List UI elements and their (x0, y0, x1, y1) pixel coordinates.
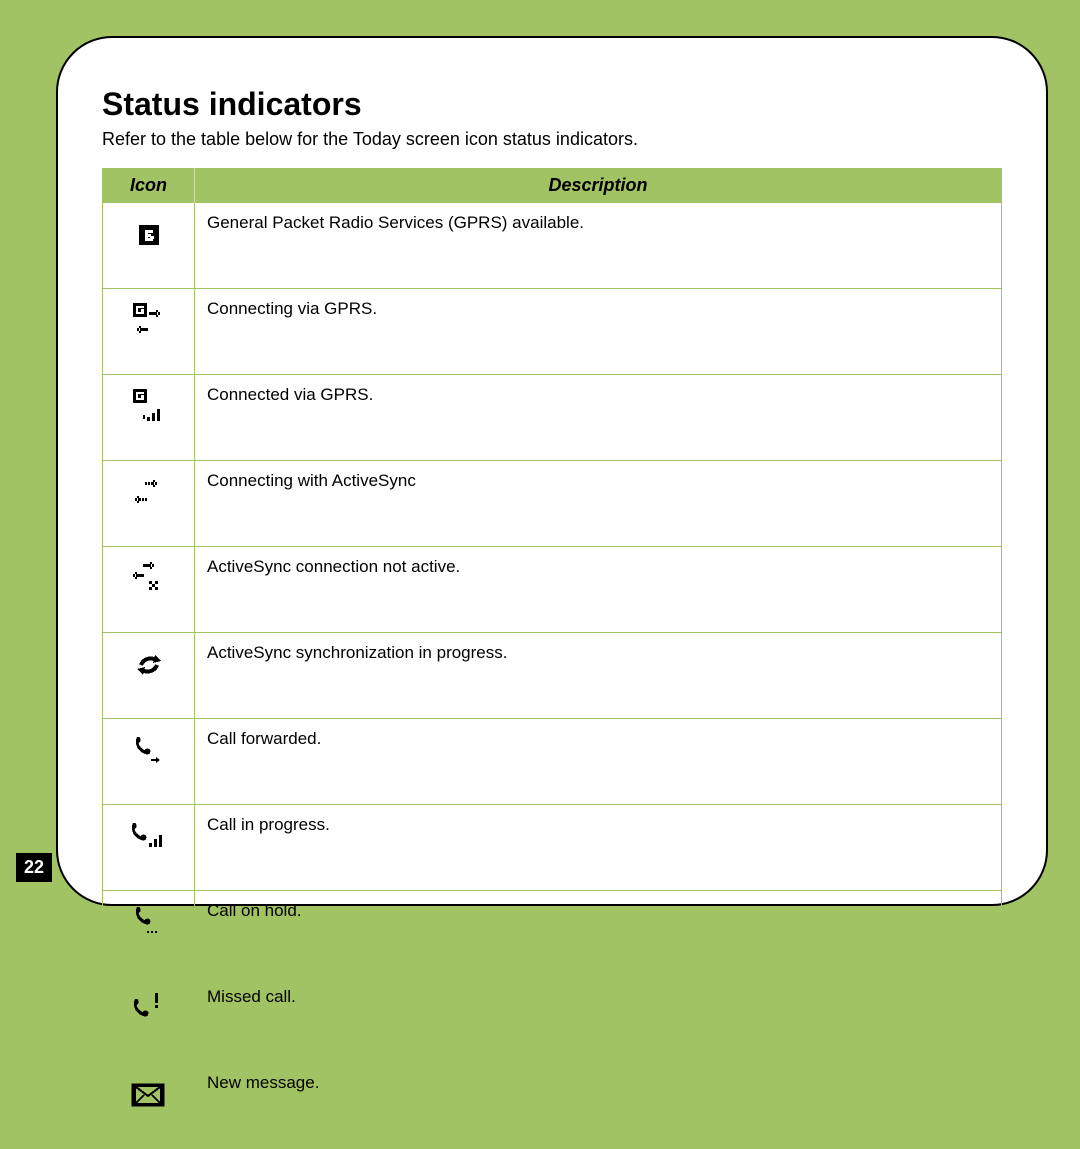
description-cell: ActiveSync synchronization in progress. (195, 633, 1002, 719)
table-row: Call on hold. (103, 891, 1002, 977)
icon-cell (103, 289, 195, 375)
activesync-inactive-icon (127, 557, 171, 601)
description-cell: Call in progress. (195, 805, 1002, 891)
table-row: New message. (103, 1063, 1002, 1149)
description-cell: General Packet Radio Services (GPRS) ava… (195, 203, 1002, 289)
table-row: Connecting with ActiveSync (103, 461, 1002, 547)
icon-cell (103, 375, 195, 461)
status-indicators-table: Icon Description General Packet Radio Se… (102, 168, 1002, 1149)
page-title: Status indicators (102, 86, 1002, 123)
icon-cell (103, 633, 195, 719)
description-cell: Connected via GPRS. (195, 375, 1002, 461)
table-row: ActiveSync connection not active. (103, 547, 1002, 633)
icon-cell (103, 977, 195, 1063)
document-page: Status indicators Refer to the table bel… (56, 36, 1048, 906)
description-cell: Missed call. (195, 977, 1002, 1063)
table-row: Connected via GPRS. (103, 375, 1002, 461)
icon-cell (103, 719, 195, 805)
call-in-progress-icon (127, 815, 171, 859)
col-icon-header: Icon (103, 169, 195, 203)
description-cell: New message. (195, 1063, 1002, 1149)
table-row: Connecting via GPRS. (103, 289, 1002, 375)
table-row: ActiveSync synchronization in progress. (103, 633, 1002, 719)
description-cell: Call forwarded. (195, 719, 1002, 805)
call-forwarded-icon (127, 729, 171, 773)
activesync-connecting-icon (127, 471, 171, 515)
description-cell: Connecting with ActiveSync (195, 461, 1002, 547)
page-subtitle: Refer to the table below for the Today s… (102, 129, 1002, 150)
page-number: 22 (16, 853, 52, 882)
table-row: General Packet Radio Services (GPRS) ava… (103, 203, 1002, 289)
new-message-icon (127, 1073, 171, 1117)
table-row: Missed call. (103, 977, 1002, 1063)
table-row: Call in progress. (103, 805, 1002, 891)
call-on-hold-icon (127, 901, 171, 945)
gprs-available-icon (127, 213, 171, 257)
table-row: Call forwarded. (103, 719, 1002, 805)
icon-cell (103, 547, 195, 633)
gprs-connecting-icon (127, 299, 171, 343)
gprs-connected-icon (127, 385, 171, 429)
icon-cell (103, 805, 195, 891)
missed-call-icon (127, 987, 171, 1031)
description-cell: Call on hold. (195, 891, 1002, 977)
description-cell: ActiveSync connection not active. (195, 547, 1002, 633)
icon-cell (103, 1063, 195, 1149)
icon-cell (103, 461, 195, 547)
icon-cell (103, 891, 195, 977)
activesync-syncing-icon (127, 643, 171, 687)
icon-cell (103, 203, 195, 289)
col-description-header: Description (195, 169, 1002, 203)
description-cell: Connecting via GPRS. (195, 289, 1002, 375)
